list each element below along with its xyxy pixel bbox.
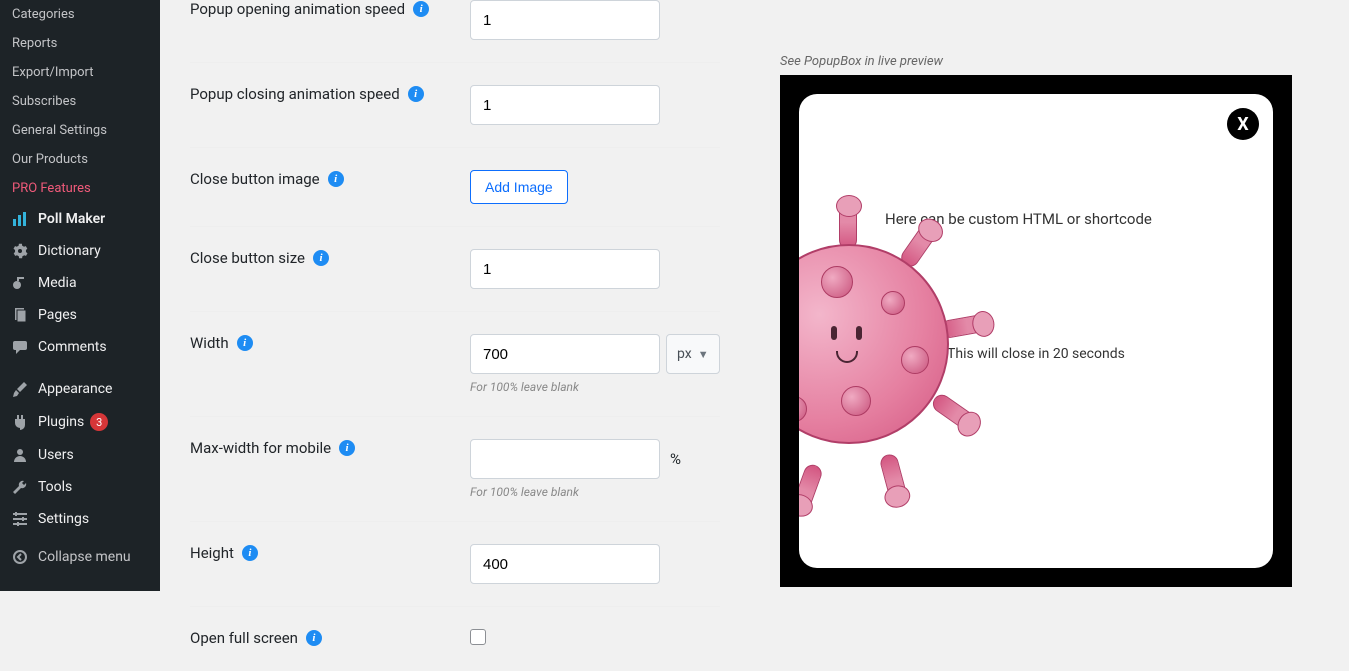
user-icon xyxy=(10,447,30,463)
sidebar-item-dictionary[interactable]: Dictionary xyxy=(0,235,160,267)
sidebar-item-reports[interactable]: Reports xyxy=(0,29,160,58)
sidebar-item-label: Tools xyxy=(38,479,72,495)
sidebar-item-label: Pages xyxy=(38,307,77,323)
maxwidth-input[interactable] xyxy=(470,439,660,479)
plug-icon xyxy=(10,414,30,430)
preview-panel: See PopupBox in live preview X Here can … xyxy=(750,0,1349,591)
close-size-label: Close button size xyxy=(190,249,305,267)
sidebar-item-tools[interactable]: Tools xyxy=(0,471,160,503)
virus-illustration xyxy=(799,184,999,504)
sidebar-item-settings[interactable]: Settings xyxy=(0,503,160,535)
sidebar-item-users[interactable]: Users xyxy=(0,439,160,471)
info-icon[interactable]: i xyxy=(408,86,424,102)
sidebar-item-pages[interactable]: Pages xyxy=(0,299,160,331)
brush-icon xyxy=(10,381,30,397)
open-speed-input[interactable] xyxy=(470,0,660,40)
popup-preview: X Here can be custom HTML or shortcode T… xyxy=(799,94,1273,568)
close-image-label: Close button image xyxy=(190,170,320,188)
page-icon xyxy=(10,307,30,323)
settings-panel: Popup opening animation speed i Popup cl… xyxy=(160,0,750,591)
sidebar-item-general-settings[interactable]: General Settings xyxy=(0,116,160,145)
sidebar-submenu: Categories Reports Export/Import Subscri… xyxy=(0,0,160,203)
fullscreen-checkbox[interactable] xyxy=(470,629,486,645)
height-label: Height xyxy=(190,544,234,562)
close-size-input[interactable] xyxy=(470,249,660,289)
popup-preview-backdrop: X Here can be custom HTML or shortcode T… xyxy=(780,75,1292,587)
close-speed-input[interactable] xyxy=(470,85,660,125)
sidebar-item-label: Dictionary xyxy=(38,243,101,259)
sidebar-item-plugins[interactable]: Plugins 3 xyxy=(0,405,160,439)
width-help-text: For 100% leave blank xyxy=(470,380,720,394)
sidebar-item-label: Appearance xyxy=(38,381,112,397)
chart-bar-icon xyxy=(10,211,30,227)
background-wave-shape xyxy=(953,248,1273,568)
collapse-icon xyxy=(10,549,30,565)
popup-close-button[interactable]: X xyxy=(1227,108,1259,140)
preview-caption: See PopupBox in live preview xyxy=(780,54,1319,69)
wrench-icon xyxy=(10,479,30,495)
sidebar-item-media[interactable]: Media xyxy=(0,267,160,299)
sidebar-item-our-products[interactable]: Our Products xyxy=(0,145,160,174)
sliders-icon xyxy=(10,511,30,527)
collapse-menu-label: Collapse menu xyxy=(38,549,131,565)
media-icon xyxy=(10,275,30,291)
sidebar-item-categories[interactable]: Categories xyxy=(0,0,160,29)
sidebar-item-export-import[interactable]: Export/Import xyxy=(0,58,160,87)
fullscreen-label: Open full screen xyxy=(190,629,298,647)
info-icon[interactable]: i xyxy=(306,630,322,646)
plugins-update-badge: 3 xyxy=(90,413,108,431)
width-input[interactable] xyxy=(470,334,660,374)
width-label: Width xyxy=(190,334,229,352)
sidebar-item-label: Plugins xyxy=(38,414,84,430)
sidebar-item-label: Settings xyxy=(38,511,89,527)
chevron-down-icon: ▼ xyxy=(698,348,709,361)
sidebar-item-comments[interactable]: Comments xyxy=(0,331,160,363)
admin-sidebar: Categories Reports Export/Import Subscri… xyxy=(0,0,160,591)
close-speed-label: Popup closing animation speed xyxy=(190,85,400,103)
sidebar-item-subscribes[interactable]: Subscribes xyxy=(0,87,160,116)
maxwidth-help-text: For 100% leave blank xyxy=(470,485,720,499)
sidebar-item-poll-maker[interactable]: Poll Maker xyxy=(0,203,160,235)
info-icon[interactable]: i xyxy=(328,171,344,187)
sidebar-item-label: Comments xyxy=(38,339,107,355)
info-icon[interactable]: i xyxy=(313,250,329,266)
maxwidth-label: Max-width for mobile xyxy=(190,439,331,457)
maxwidth-unit-label: % xyxy=(670,450,681,468)
info-icon[interactable]: i xyxy=(339,440,355,456)
sidebar-item-label: Poll Maker xyxy=(38,211,105,227)
info-icon[interactable]: i xyxy=(413,1,429,17)
comment-icon xyxy=(10,339,30,355)
add-image-button[interactable]: Add Image xyxy=(470,170,568,204)
width-unit-select[interactable]: px ▼ xyxy=(666,334,720,374)
height-input[interactable] xyxy=(470,544,660,584)
sidebar-item-label: Media xyxy=(38,275,77,291)
sidebar-item-label: Users xyxy=(38,447,74,463)
info-icon[interactable]: i xyxy=(242,545,258,561)
sidebar-item-appearance[interactable]: Appearance xyxy=(0,373,160,405)
open-speed-label: Popup opening animation speed xyxy=(190,0,405,18)
info-icon[interactable]: i xyxy=(237,335,253,351)
width-unit-value: px xyxy=(677,346,692,362)
sidebar-item-pro-features[interactable]: PRO Features xyxy=(0,174,160,203)
gear-icon xyxy=(10,243,30,259)
collapse-menu-button[interactable]: Collapse menu xyxy=(0,541,160,573)
